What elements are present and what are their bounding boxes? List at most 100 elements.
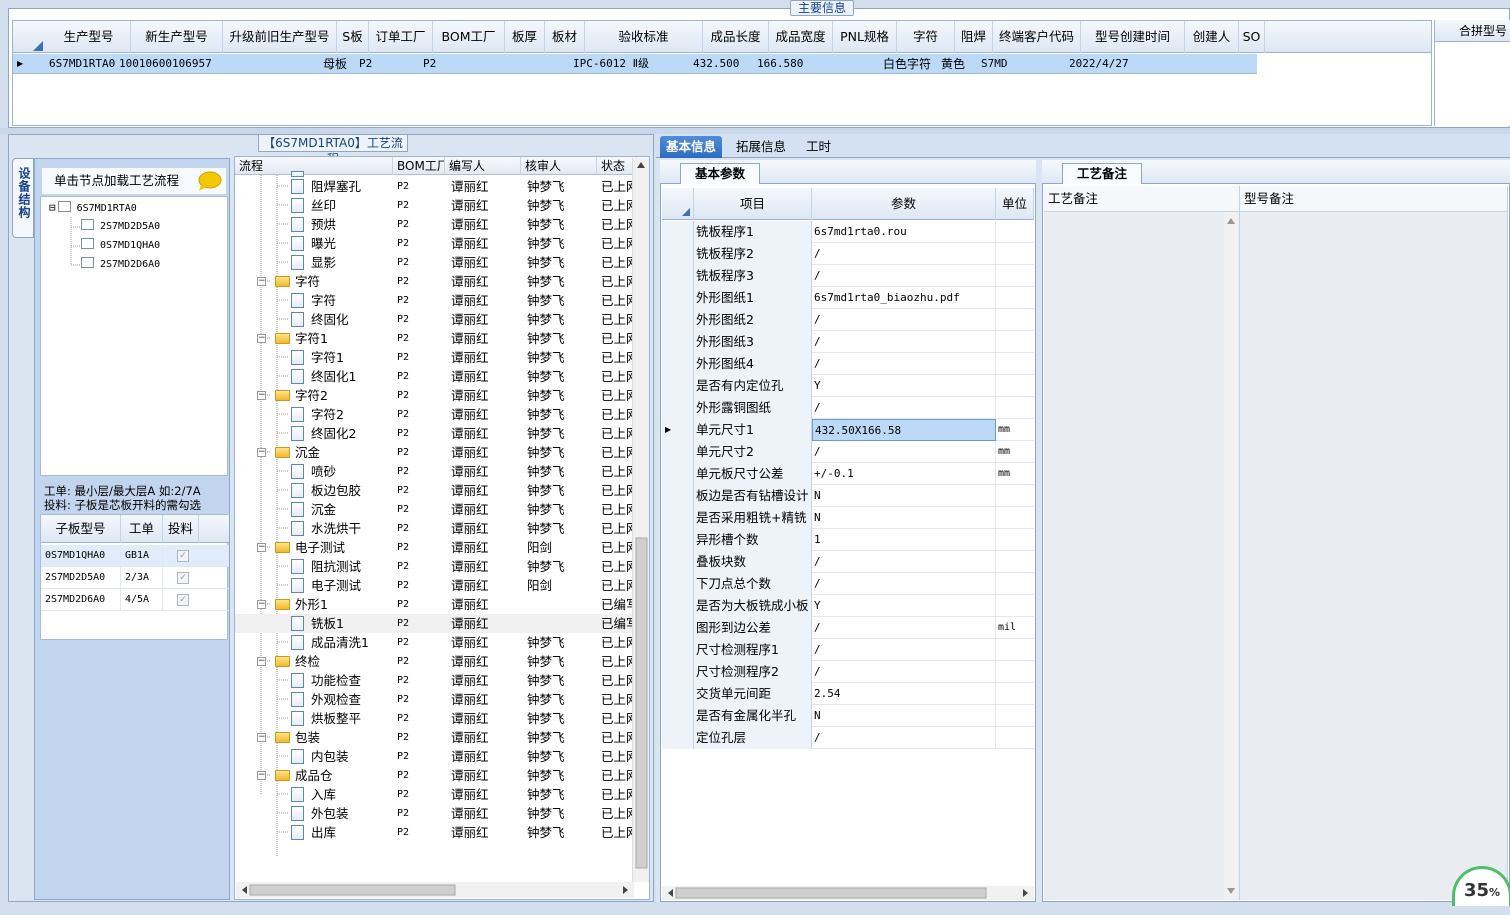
sub-col-header[interactable]: 工单 (121, 515, 163, 543)
tree-node[interactable]: 2S7MD2D5A0 (81, 218, 160, 236)
collapse-icon[interactable]: − (257, 334, 266, 343)
col-header-new-model[interactable]: 新生产型号 (131, 21, 223, 53)
process-row[interactable]: 铣板1 P2 谭丽红 已编写 (235, 614, 635, 633)
process-row[interactable]: 板边包胶 P2 谭丽红 钟梦飞 已上网 (235, 481, 635, 500)
param-value[interactable]: / (812, 441, 996, 463)
param-value[interactable]: / (812, 551, 996, 573)
table-row[interactable]: 2S7MD2D6A0 4/5A ✓ (41, 589, 229, 611)
col-header-bom-factory[interactable]: BOM工厂 (433, 21, 505, 53)
param-value[interactable]: 1 (812, 529, 996, 551)
tab-extended-info[interactable]: 拓展信息 (730, 136, 792, 158)
feed-checkbox[interactable]: ✓ (177, 594, 189, 606)
process-row[interactable]: 阻焊塞孔 P2 谭丽红 钟梦飞 已上网 (235, 177, 635, 196)
node-checkbox[interactable] (81, 257, 94, 268)
collapse-icon[interactable]: − (257, 277, 266, 286)
process-row[interactable]: 显影 P2 谭丽红 钟梦飞 已上网 (235, 253, 635, 272)
process-row[interactable]: 曝光 P2 谭丽红 钟梦飞 已上网 (235, 234, 635, 253)
sub-board-grid[interactable]: 子板型号 工单 投料 0S7MD1QHA0 GB1A ✓ 2S7MD2D5A0 2/3A ✓ 2… (40, 514, 229, 640)
param-row[interactable]: 是否有金属化半孔 N (662, 705, 1034, 727)
param-value[interactable]: / (812, 661, 996, 683)
param-value[interactable]: / (812, 727, 996, 749)
param-row[interactable]: 外形图纸4/ (662, 353, 1034, 375)
process-row[interactable]: 电子测试 P2 谭丽红 阳剑 已上网 (235, 576, 635, 595)
sub-order-cell[interactable]: 2/3A (121, 567, 163, 589)
tab-process-notes[interactable]: 工艺备注 (1062, 163, 1142, 184)
sub-col-header[interactable]: 投料 (163, 515, 199, 543)
process-row[interactable]: − 沉金 P2 谭丽红 钟梦飞 已上网 (235, 443, 635, 462)
param-value[interactable]: Y (812, 595, 996, 617)
process-row[interactable]: − 字符2 P2 谭丽红 钟梦飞 已上网 (235, 386, 635, 405)
feed-checkbox[interactable]: ✓ (177, 550, 189, 562)
param-row[interactable]: 定位孔层 / (662, 727, 1034, 749)
param-row[interactable]: 外形图纸3/ (662, 331, 1034, 353)
col-header-customer[interactable]: 终端客户代码 (993, 21, 1081, 53)
param-value[interactable]: / (812, 243, 996, 265)
process-row[interactable]: 出库 P2 谭丽红 钟梦飞 已上网 (235, 823, 635, 842)
col-header-material[interactable]: 板材 (545, 21, 585, 53)
param-value[interactable]: 6s7md1rta0_biaozhu.pdf (812, 287, 996, 309)
process-row[interactable]: 外包装 P2 谭丽红 钟梦飞 已上网 (235, 804, 635, 823)
param-row[interactable]: 铣板程序1 6s7md1rta0.rou (662, 221, 1034, 243)
sub-order-cell[interactable]: 4/5A (121, 589, 163, 611)
process-row[interactable]: 成品清洗1 P2 谭丽红 钟梦飞 已上网 (235, 633, 635, 652)
param-value[interactable]: 6s7md1rta0.rou (812, 221, 996, 243)
param-row[interactable]: ▶ 单元尺寸1 432.50X166.58 mm (662, 419, 1034, 441)
col-header-creator[interactable]: 创建人 (1185, 21, 1239, 53)
param-row[interactable]: 图形到边公差 / mil (662, 617, 1034, 639)
param-value[interactable]: 432.50X166.58 (812, 419, 996, 441)
process-row[interactable]: 功能检查 P2 谭丽红 钟梦飞 已上网 (235, 671, 635, 690)
model-tree[interactable]: ⊟ 6S7MD1RTA0 2S7MD2D5A0 0S7MD1QHA0 2S7MD2D6A… (40, 196, 228, 476)
param-row[interactable]: 叠板块数 / (662, 551, 1034, 573)
collapse-icon[interactable]: − (257, 543, 266, 552)
col-header-width[interactable]: 成品宽度 (769, 21, 833, 53)
process-notes-column[interactable]: 工艺备注 (1044, 186, 1240, 900)
process-row[interactable]: − 包装 P2 谭丽红 钟梦飞 已上网 (235, 728, 635, 747)
collapse-icon[interactable]: − (257, 771, 266, 780)
notes-vertical-scrollbar[interactable] (1224, 212, 1238, 900)
param-value[interactable]: N (812, 507, 996, 529)
feed-checkbox[interactable]: ✓ (177, 572, 189, 584)
process-row[interactable]: 字符 P2 谭丽红 钟梦飞 已上网 (235, 291, 635, 310)
col-header-pnl[interactable]: PNL规格 (833, 21, 897, 53)
param-value[interactable]: / (812, 331, 996, 353)
process-horizontal-scrollbar[interactable] (236, 882, 634, 898)
col-header-standard[interactable]: 验收标准 (585, 21, 703, 53)
param-value[interactable]: Y (812, 375, 996, 397)
col-header-created[interactable]: 型号创建时间 (1081, 21, 1185, 53)
param-row[interactable]: 是否采用粗铣+精铣 N (662, 507, 1034, 529)
collapse-icon[interactable]: − (257, 733, 266, 742)
process-col-header[interactable]: BOM工厂 (393, 157, 445, 175)
param-value[interactable]: N (812, 485, 996, 507)
param-row[interactable]: 外形露铜图纸 / (662, 397, 1034, 419)
process-row[interactable]: 外观检查 P2 谭丽红 钟梦飞 已上网 (235, 690, 635, 709)
param-value[interactable]: / (812, 617, 996, 639)
node-checkbox[interactable] (81, 219, 94, 230)
param-value[interactable]: / (812, 309, 996, 331)
process-row[interactable]: 入库 P2 谭丽红 钟梦飞 已上网 (235, 785, 635, 804)
param-row[interactable]: 尺寸检测程序1/ (662, 639, 1034, 661)
process-vertical-scrollbar[interactable] (632, 158, 649, 882)
model-grid[interactable]: 生产型号 新生产型号 升级前旧生产型号 S板 订单工厂 BOM工厂 板厚 板材 验收标准 成品长度… (12, 20, 1432, 126)
col-header-char[interactable]: 字符 (897, 21, 955, 53)
param-row[interactable]: 外形图纸1 6s7md1rta0_biaozhu.pdf (662, 287, 1034, 309)
process-row[interactable]: 喷砂 P2 谭丽红 钟梦飞 已上网 (235, 462, 635, 481)
tab-basic-info[interactable]: 基本信息 (660, 136, 723, 158)
process-row[interactable]: − 成品仓 P2 谭丽红 钟梦飞 已上网 (235, 766, 635, 785)
param-row[interactable]: 板边是否有钻槽设计 N (662, 485, 1034, 507)
param-value[interactable]: N (812, 705, 996, 727)
col-header-solder[interactable]: 阻焊 (955, 21, 993, 53)
param-value[interactable]: / (812, 639, 996, 661)
table-row[interactable]: 0S7MD1QHA0 GB1A ✓ (41, 545, 229, 567)
process-row[interactable]: 阻抗测试 P2 谭丽红 钟梦飞 已上网 (235, 557, 635, 576)
param-row[interactable]: 单元板尺寸公差 +/-0.1 mm (662, 463, 1034, 485)
param-horizontal-scrollbar[interactable] (662, 886, 1034, 900)
sub-col-header[interactable]: 子板型号 (41, 515, 121, 543)
process-row[interactable]: 终固化 P2 谭丽红 钟梦飞 已上网 (235, 310, 635, 329)
process-col-header[interactable]: 状态 (597, 157, 637, 175)
col-header-s-board[interactable]: S板 (337, 21, 369, 53)
param-row[interactable]: 外形图纸2/ (662, 309, 1034, 331)
process-row[interactable]: 终固化1 P2 谭丽红 钟梦飞 已上网 (235, 367, 635, 386)
param-row[interactable]: 下刀点总个数 / (662, 573, 1034, 595)
process-row[interactable]: − 字符 P2 谭丽红 钟梦飞 已上网 (235, 272, 635, 291)
param-row[interactable]: 是否为大板铣成小板 Y (662, 595, 1034, 617)
